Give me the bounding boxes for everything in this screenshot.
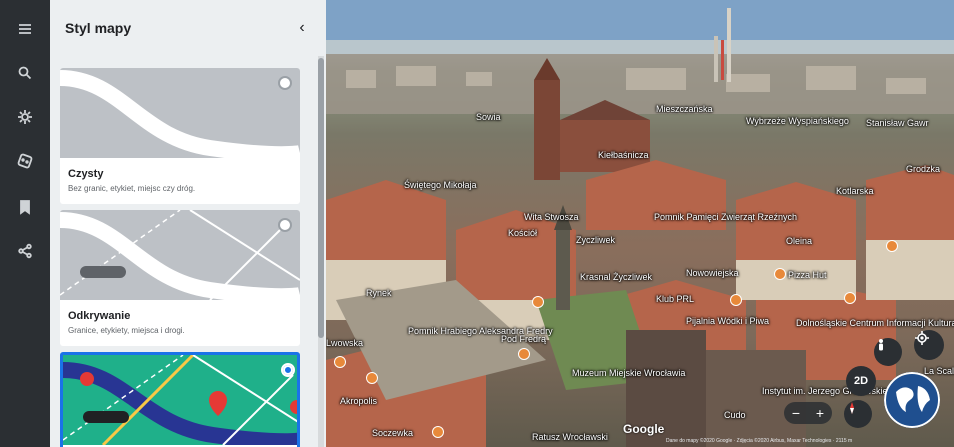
style-name: Czysty bbox=[68, 168, 104, 180]
map-label[interactable]: Dolnośląskie Centrum Informacji Kultural… bbox=[796, 318, 954, 328]
poi-pin[interactable] bbox=[518, 348, 530, 360]
style-radio-explore[interactable] bbox=[278, 218, 292, 232]
map-label[interactable]: Świętego Mikołaja bbox=[404, 180, 477, 190]
panel-title: Styl mapy bbox=[65, 20, 132, 36]
poi-pin[interactable] bbox=[730, 294, 742, 306]
map-label[interactable]: Pomnik Pamięci Zwierząt Rzeźnych bbox=[654, 212, 797, 222]
poi-pin[interactable] bbox=[532, 296, 544, 308]
menu-icon[interactable] bbox=[10, 14, 40, 44]
map-label[interactable]: Nowowiejska bbox=[686, 268, 739, 278]
pegman-icon[interactable] bbox=[874, 338, 902, 366]
voyager-icon[interactable] bbox=[10, 102, 40, 132]
map-label[interactable]: Instytut im. Jerzego Grotowskiego bbox=[762, 386, 898, 396]
map-label[interactable]: Stanisław Gawr bbox=[866, 118, 929, 128]
style-radio-clean[interactable] bbox=[278, 76, 292, 90]
panel-header: Styl mapy bbox=[50, 0, 326, 56]
style-radio-colorful[interactable] bbox=[281, 363, 295, 377]
map-label[interactable]: Kiełbaśnicza bbox=[598, 150, 649, 160]
map-style-panel: Styl mapy ‹ Czysty Bez granic, etykiet, … bbox=[50, 0, 326, 447]
map-label[interactable]: Pizza Hut bbox=[788, 270, 827, 280]
map-label[interactable]: Mieszczańska bbox=[656, 104, 713, 114]
zoom-control: − + bbox=[784, 402, 832, 424]
map-label[interactable]: Soczewka bbox=[372, 428, 413, 438]
style-name: Odkrywanie bbox=[68, 310, 131, 322]
map-label[interactable]: Pijalnia Wódki i Piwa bbox=[686, 316, 769, 326]
map-label[interactable]: Rynek bbox=[366, 288, 392, 298]
map-label[interactable]: Oleina bbox=[786, 236, 812, 246]
map-attribution[interactable]: Dane do mapy ©2020 Google · Zdjęcia ©202… bbox=[666, 438, 852, 444]
bookmark-icon[interactable] bbox=[10, 192, 40, 222]
map-label[interactable]: Cudo bbox=[724, 410, 746, 420]
poi-pin[interactable] bbox=[366, 372, 378, 384]
map-label[interactable]: Muzeum Miejskie Wrocławia bbox=[572, 368, 685, 378]
collapse-panel-button[interactable]: ‹ bbox=[292, 18, 312, 38]
map-label[interactable]: Wita Stwosza bbox=[524, 212, 579, 222]
map-label[interactable]: Akropolis bbox=[340, 396, 377, 406]
map-label[interactable]: Wybrzeże Wyspiańskiego bbox=[746, 116, 849, 126]
map-label[interactable]: Klub PRL bbox=[656, 294, 694, 304]
dice-icon[interactable] bbox=[10, 146, 40, 176]
clean-style-preview bbox=[60, 68, 300, 158]
poi-pin[interactable] bbox=[774, 268, 786, 280]
poi-pin[interactable] bbox=[334, 356, 346, 368]
globe-icon[interactable] bbox=[884, 372, 940, 428]
compass-icon[interactable] bbox=[844, 400, 872, 428]
map-label[interactable]: Sowia bbox=[476, 112, 501, 122]
style-card-explore[interactable]: Odkrywanie Granice, etykiety, miejsca i … bbox=[60, 210, 300, 346]
map-label[interactable]: Grodzka bbox=[906, 164, 940, 174]
style-card-colorful[interactable] bbox=[60, 352, 300, 447]
view-mode-toggle[interactable]: 2D bbox=[846, 366, 876, 396]
style-card-clean[interactable]: Czysty Bez granic, etykiet, miejsc czy d… bbox=[60, 68, 300, 204]
my-location-icon[interactable] bbox=[914, 330, 944, 360]
search-icon[interactable] bbox=[10, 58, 40, 88]
map-label[interactable]: Kotlarska bbox=[836, 186, 874, 196]
left-rail bbox=[0, 0, 50, 447]
style-description: Granice, etykiety, miejsca i drogi. bbox=[68, 326, 185, 335]
zoom-out-button[interactable]: − bbox=[792, 405, 800, 421]
zoom-in-button[interactable]: + bbox=[816, 405, 824, 421]
map-view[interactable]: Sowia Mieszczańska Wybrzeże Wyspiańskieg… bbox=[326, 0, 954, 447]
map-label[interactable]: Krasnal Życzliwek bbox=[580, 272, 652, 282]
map-label[interactable]: Zyczliwek bbox=[576, 235, 615, 245]
explore-style-preview bbox=[60, 210, 300, 300]
colorful-style-preview bbox=[63, 355, 297, 445]
poi-pin[interactable] bbox=[432, 426, 444, 438]
map-label[interactable]: Ratusz Wrocławski bbox=[532, 432, 608, 442]
style-description: Bez granic, etykiet, miejsc czy dróg. bbox=[68, 184, 196, 193]
map-label[interactable]: Pod Fredrą bbox=[501, 334, 546, 344]
map-label[interactable]: Kościół bbox=[508, 228, 537, 238]
poi-pin[interactable] bbox=[886, 240, 898, 252]
share-icon[interactable] bbox=[10, 236, 40, 266]
poi-pin[interactable] bbox=[844, 292, 856, 304]
google-logo: Google bbox=[623, 422, 665, 436]
map-label[interactable]: Lwowska bbox=[326, 338, 363, 348]
panel-scrollbar-thumb[interactable] bbox=[318, 58, 324, 338]
